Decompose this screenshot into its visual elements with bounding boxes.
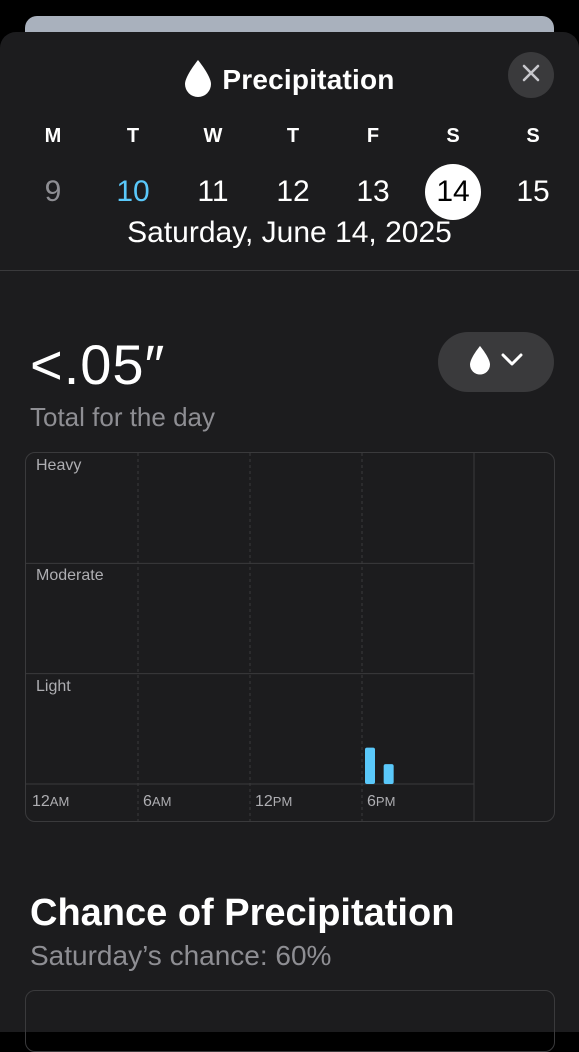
day-number-selected[interactable]: 14 [425, 164, 481, 220]
precipitation-chart: Heavy Moderate Light 12AM 6AM 12PM 6PM [25, 452, 555, 822]
level-label-light: Light [36, 678, 71, 695]
chance-section-subtitle: Saturday’s chance: 60% [30, 940, 332, 971]
page-title: Precipitation [222, 64, 395, 95]
day-number[interactable]: 12 [265, 164, 321, 220]
day-number[interactable]: 9 [25, 164, 81, 220]
raindrop-icon [184, 59, 212, 102]
day-wed[interactable]: W 11 [173, 122, 253, 220]
sheet-header: Precipitation [0, 59, 579, 102]
metric-dropdown-button[interactable] [438, 332, 554, 392]
day-sat[interactable]: S 14 [413, 122, 493, 220]
x-tick-12pm: 12PM [255, 793, 293, 810]
total-precipitation-value: <.05″ [30, 333, 166, 396]
chart-grid [26, 453, 475, 821]
weekday-label: S [446, 125, 460, 147]
chart-bars [365, 747, 394, 784]
close-button[interactable] [508, 52, 554, 98]
day-mon[interactable]: M 9 [13, 122, 93, 220]
selected-date-label: Saturday, June 14, 2025 [127, 216, 452, 249]
weekday-label: W [203, 125, 223, 147]
day-number[interactable]: 10 [105, 164, 161, 220]
week-selector: M 9 T 10 W 11 T 12 F 13 S 14 S 15 [13, 122, 574, 220]
x-tick-6am: 6AM [143, 793, 172, 810]
weekday-label: T [126, 125, 140, 147]
chance-section-title: Chance of Precipitation [30, 892, 455, 934]
day-number[interactable]: 13 [345, 164, 401, 220]
precip-bar [365, 747, 375, 784]
precip-bar [383, 764, 394, 784]
x-tick-12am: 12AM [32, 793, 70, 810]
chance-chart-preview [25, 990, 555, 1052]
chart-canvas [26, 453, 475, 821]
day-sun[interactable]: S 15 [493, 122, 573, 220]
divider [0, 270, 579, 271]
precipitation-sheet: Precipitation M 9 T 10 W 11 T 12 F 13 S … [0, 32, 579, 1052]
day-number[interactable]: 11 [185, 164, 241, 220]
total-precipitation-label: Total for the day [30, 402, 215, 432]
day-thu[interactable]: T 12 [253, 122, 333, 220]
day-number[interactable]: 15 [505, 164, 561, 220]
day-tue[interactable]: T 10 [93, 122, 173, 220]
level-label-moderate: Moderate [36, 567, 104, 584]
weekday-label: S [526, 125, 540, 147]
day-fri[interactable]: F 13 [333, 122, 413, 220]
x-tick-6pm: 6PM [367, 793, 396, 810]
weekday-label: F [366, 125, 380, 147]
level-label-heavy: Heavy [36, 457, 82, 474]
weekday-label: M [44, 125, 62, 147]
chevron-down-icon [501, 353, 523, 372]
raindrop-icon [469, 345, 491, 380]
weekday-label: T [286, 125, 300, 147]
close-icon [522, 64, 540, 87]
